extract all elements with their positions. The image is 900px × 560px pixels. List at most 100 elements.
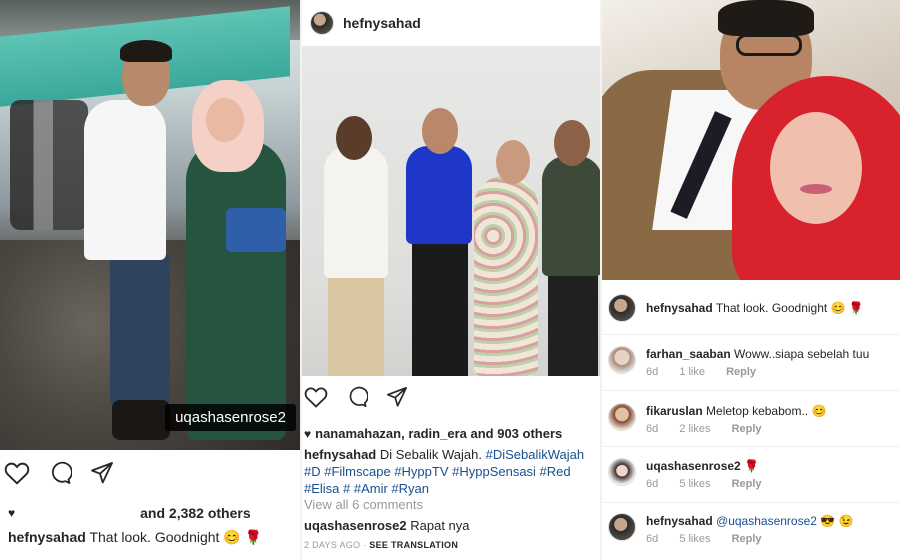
comment-icon[interactable] (346, 386, 368, 408)
caption-username[interactable]: hefnysahad (8, 529, 86, 545)
heart-icon[interactable] (4, 461, 30, 485)
divider (602, 390, 900, 391)
woman-lips (800, 184, 832, 194)
post-username[interactable]: hefnysahad (343, 15, 421, 31)
woman-face (206, 98, 244, 142)
comment-text: Rapat nya (410, 518, 470, 533)
person1-head (336, 116, 372, 160)
avatar[interactable] (608, 294, 636, 322)
woman-dress (186, 140, 286, 440)
person3-dress (474, 176, 538, 376)
comment-meta: 6d 1 like Reply (646, 366, 774, 378)
liked-by-users[interactable]: nanamahazan, radin_era (315, 426, 467, 441)
comment-text: That look. Goodnight 😊 🌹 (715, 301, 864, 315)
caption: hefnysahad That look. Goodnight 😊 🌹 (8, 529, 262, 546)
likes-count[interactable]: ♥ and 2,382 others (8, 505, 258, 521)
list-item: uqashasenrose2 🌹 6d 5 likes Reply (602, 454, 900, 504)
comments-panel-right: hefnysahad That look. Goodnight 😊 🌹 farh… (600, 0, 900, 560)
comment-meta: 6d 5 likes Reply (646, 533, 780, 545)
comment-age: 6d (646, 478, 659, 490)
divider (602, 446, 900, 447)
avatar[interactable] (310, 11, 334, 35)
glasses (736, 34, 802, 56)
action-bar (4, 461, 114, 485)
person4-head (554, 120, 590, 166)
person2-legs (412, 242, 468, 376)
comment-text: Meletop kebabom.. 😊 (706, 404, 827, 418)
avatar[interactable] (608, 403, 636, 431)
avatar[interactable] (608, 346, 636, 374)
post-photo[interactable]: uqashasenrose2 (0, 0, 300, 450)
likes-rest[interactable]: and 903 others (470, 426, 562, 441)
see-translation-link[interactable]: SEE TRANSLATION (369, 540, 458, 550)
handbag (226, 208, 286, 252)
post-photo[interactable] (602, 0, 900, 280)
share-icon[interactable] (386, 386, 408, 408)
comment-username[interactable]: fikaruslan (646, 404, 703, 418)
post-header: hefnysahad (302, 0, 600, 46)
comment-body: farhan_saaban Woww..siapa sebelah tuu (646, 347, 869, 361)
caption-text: Di Sebalik Wajah. (379, 447, 482, 462)
man-shirt (84, 100, 166, 260)
person4-jacket (542, 156, 600, 276)
woman-face (770, 112, 862, 224)
divider (602, 502, 900, 503)
comment-likes[interactable]: 1 like (679, 366, 705, 378)
comment-username[interactable]: farhan_saaban (646, 347, 731, 361)
reply-button[interactable]: Reply (732, 423, 762, 435)
small-heart-icon: ♥ (304, 426, 312, 441)
person3-head (496, 140, 530, 184)
heart-icon[interactable] (304, 386, 328, 408)
comment-username[interactable]: hefnysahad (646, 301, 713, 315)
comment-age: 6d (646, 366, 659, 378)
comment: uqashasenrose2 Rapat nya (304, 518, 470, 533)
man-shoes (112, 400, 170, 440)
comment-body: hefnysahad @uqashasenrose2 😎 😉 (646, 514, 854, 528)
comment-meta: 6d 2 likes Reply (646, 423, 780, 435)
small-heart-icon: ♥ (8, 506, 16, 520)
reply-button[interactable]: Reply (726, 366, 756, 378)
photo-user-tag[interactable]: uqashasenrose2 (165, 404, 296, 431)
comment-likes[interactable]: 2 likes (679, 423, 710, 435)
post-panel-left: uqashasenrose2 ♥ and 2,382 others hefnys… (0, 0, 300, 560)
avatar[interactable] (608, 513, 636, 541)
share-icon[interactable] (90, 461, 114, 485)
comment-username[interactable]: uqashasenrose2 (646, 459, 741, 473)
post-panel-middle: hefnysahad ♥ nanamahazan, radin_era and … (300, 0, 600, 560)
comment-age: 6d (646, 533, 659, 545)
avatar[interactable] (608, 458, 636, 486)
comment-username[interactable]: hefnysahad (646, 514, 713, 528)
background-crowd (10, 100, 88, 230)
reply-button[interactable]: Reply (732, 478, 762, 490)
caption-text: That look. Goodnight 😊 🌹 (89, 529, 263, 545)
post-photo[interactable] (302, 46, 600, 376)
likes-summary[interactable]: ♥ nanamahazan, radin_era and 903 others (304, 426, 562, 441)
comment-body: fikaruslan Meletop kebabom.. 😊 (646, 404, 826, 418)
list-item: fikaruslan Meletop kebabom.. 😊 6d 2 like… (602, 399, 900, 449)
comment-text: 😎 😉 (820, 514, 854, 528)
likes-text: and 2,382 others (140, 505, 251, 521)
person4-legs (548, 272, 598, 376)
post-timestamp-row: 2 DAYS AGO · SEE TRANSLATION (304, 540, 459, 550)
comment-likes[interactable]: 5 likes (679, 478, 710, 490)
comment-body: hefnysahad That look. Goodnight 😊 🌹 (646, 301, 864, 315)
comment-text: Woww..siapa sebelah tuu (734, 347, 870, 361)
person1-shirt (324, 146, 388, 278)
comment-mention[interactable]: @uqashasenrose2 (716, 514, 817, 528)
comment-age: 6d (646, 423, 659, 435)
comment-username[interactable]: uqashasenrose2 (304, 518, 407, 533)
divider (602, 334, 900, 335)
list-item: farhan_saaban Woww..siapa sebelah tuu 6d… (602, 342, 900, 392)
man-legs (110, 255, 170, 405)
view-all-comments-link[interactable]: View all 6 comments (304, 497, 423, 512)
man-hair (120, 40, 172, 62)
person2-head (422, 108, 458, 154)
caption-username[interactable]: hefnysahad (304, 447, 376, 462)
list-item: hefnysahad @uqashasenrose2 😎 😉 6d 5 like… (602, 509, 900, 559)
comment-likes[interactable]: 5 likes (679, 533, 710, 545)
comment-icon[interactable] (48, 461, 72, 485)
reply-button[interactable]: Reply (732, 533, 762, 545)
person2-shirt (406, 146, 472, 244)
person1-legs (328, 276, 384, 376)
post-time: 2 DAYS AGO (304, 540, 361, 550)
